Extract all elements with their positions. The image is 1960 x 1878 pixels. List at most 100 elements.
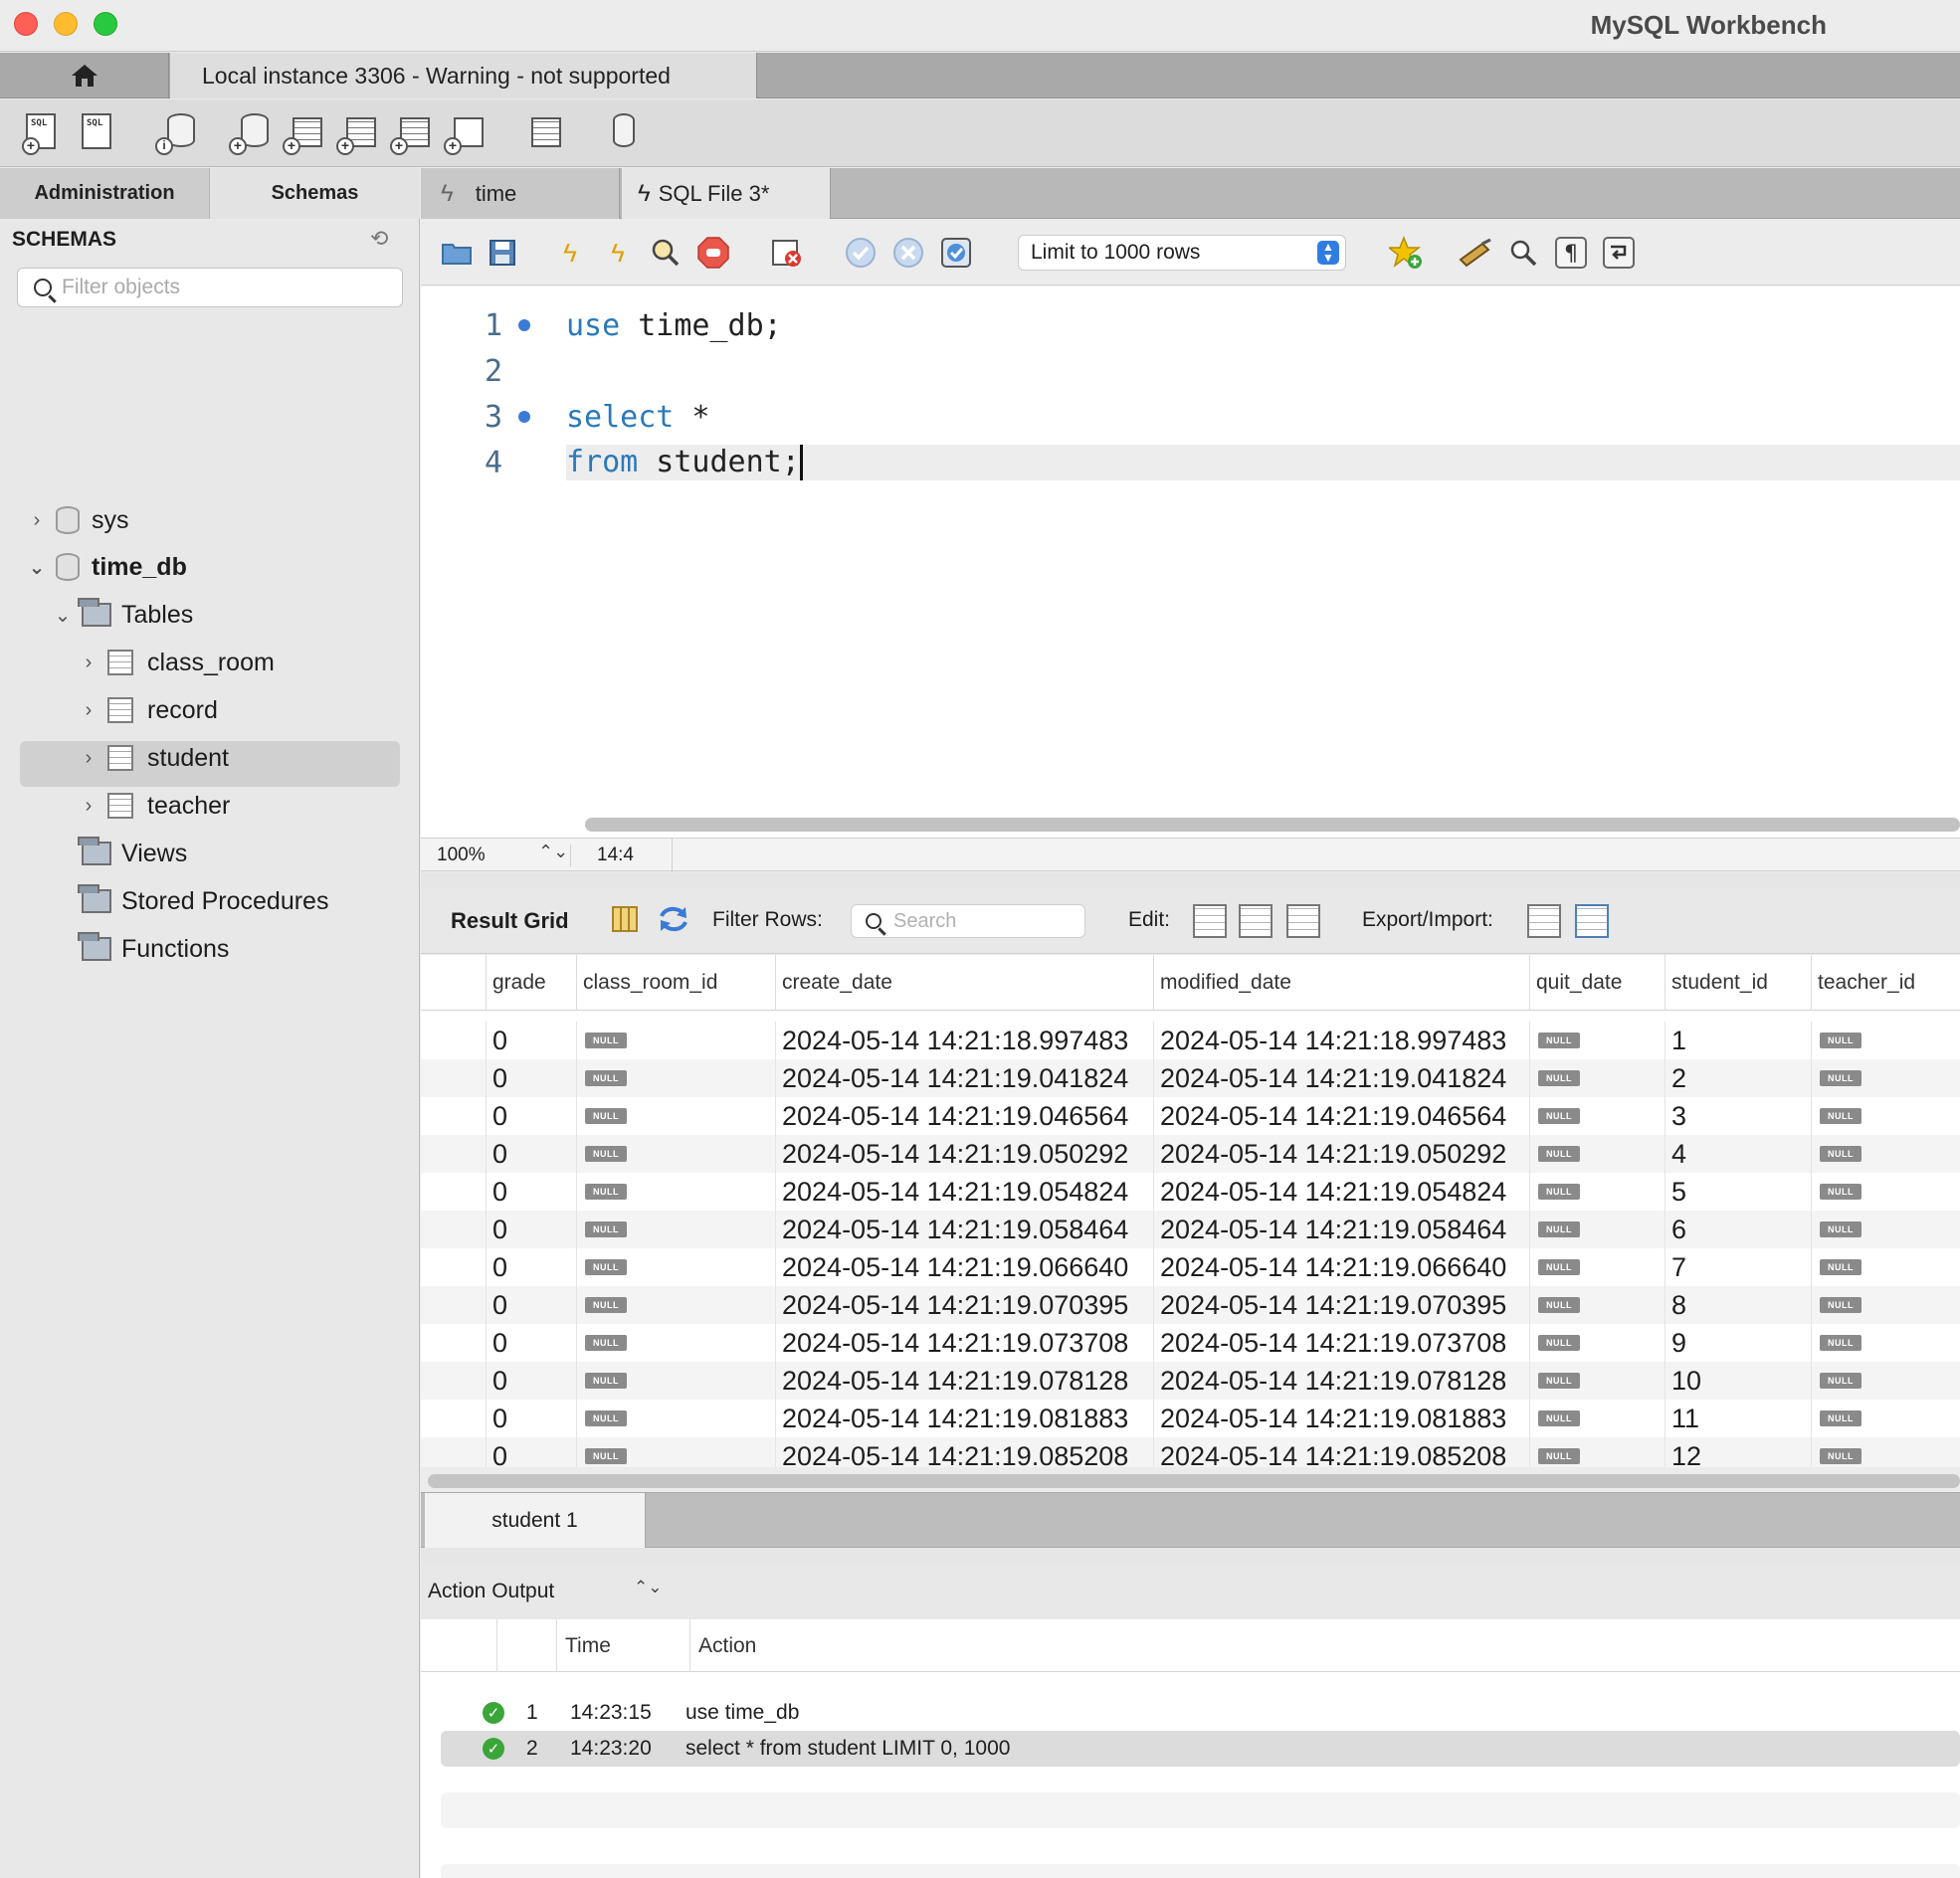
table-cell[interactable]: NULL [576, 1400, 775, 1437]
table-cell[interactable]: 10 [1665, 1362, 1811, 1400]
table-cell[interactable]: NULL [1811, 1437, 1960, 1467]
tab-schemas[interactable]: Schemas [210, 168, 420, 219]
new-sql-tab-icon[interactable]: SQL + [22, 111, 64, 155]
table-cell[interactable]: NULL [1529, 1362, 1665, 1400]
column-header-modified-date[interactable]: modified_date [1153, 955, 1529, 1011]
tree-table-record[interactable]: › record [78, 690, 218, 730]
table-cell[interactable]: NULL [576, 1286, 775, 1324]
chevron-right-icon[interactable]: › [78, 795, 99, 818]
table-cell[interactable]: 2024-05-14 14:21:19.046564 [775, 1097, 1153, 1135]
table-row[interactable]: 0 NULL 2024-05-14 14:21:19.078128 2024-05-1… [421, 1362, 1960, 1400]
table-row[interactable]: 0 NULL 2024-05-14 14:21:18.997483 2024-05-1… [421, 1022, 1960, 1059]
table-cell[interactable]: NULL [1811, 1248, 1960, 1286]
table-cell[interactable]: 12 [1665, 1437, 1811, 1467]
table-cell[interactable]: 4 [1665, 1135, 1811, 1173]
stop-icon[interactable] [695, 235, 731, 271]
table-cell[interactable]: NULL [1529, 1135, 1665, 1173]
chevron-right-icon[interactable]: › [26, 509, 48, 532]
action-row[interactable]: ✓ 1 14:23:15 use time_db [441, 1695, 1960, 1731]
table-cell[interactable]: NULL [1529, 1097, 1665, 1135]
tree-table-teacher[interactable]: › teacher [78, 786, 231, 826]
table-cell[interactable]: NULL [576, 1211, 775, 1248]
table-cell[interactable]: NULL [1529, 1286, 1665, 1324]
table-cell[interactable]: NULL [1529, 1173, 1665, 1211]
table-cell[interactable]: 2024-05-14 14:21:19.054824 [1153, 1173, 1529, 1211]
result-tab-student-1[interactable]: student 1 [425, 1493, 646, 1548]
table-cell[interactable]: 2024-05-14 14:21:19.050292 [775, 1135, 1153, 1173]
tree-table-student[interactable]: › student [78, 738, 229, 778]
table-cell[interactable]: 11 [1665, 1400, 1811, 1437]
limit-rows-select[interactable]: Limit to 1000 rows ▲ ▼ [1018, 235, 1346, 271]
table-cell[interactable]: NULL [576, 1022, 775, 1059]
table-row[interactable]: 0 NULL 2024-05-14 14:21:19.046564 2024-05-1… [421, 1097, 1960, 1135]
create-schema-icon[interactable]: + [229, 111, 271, 155]
table-cell[interactable]: NULL [1811, 1173, 1960, 1211]
table-cell[interactable]: NULL [576, 1097, 775, 1135]
table-row[interactable]: 0 NULL 2024-05-14 14:21:19.066640 2024-05-1… [421, 1248, 1960, 1286]
tree-views-folder[interactable]: Views [78, 834, 187, 873]
table-cell[interactable]: 1 [1665, 1022, 1811, 1059]
action-row[interactable]: ✓ 2 14:23:20 select * from student LIMIT… [441, 1731, 1960, 1767]
chevron-down-icon[interactable]: ⌄ [52, 603, 74, 628]
table-cell[interactable]: 0 [486, 1437, 576, 1467]
grid-view-icon[interactable] [610, 904, 644, 938]
table-cell[interactable]: NULL [1529, 1248, 1665, 1286]
table-cell[interactable]: 9 [1665, 1324, 1811, 1362]
table-cell[interactable]: 0 [486, 1097, 576, 1135]
chevron-right-icon[interactable]: › [78, 747, 99, 770]
column-header-teacher-id[interactable]: teacher_id [1811, 955, 1960, 1011]
table-cell[interactable]: 0 [486, 1135, 576, 1173]
zoom-stepper-icon[interactable]: ⌃⌄ [538, 842, 568, 862]
filter-objects-input[interactable] [62, 276, 380, 299]
table-cell[interactable]: 2024-05-14 14:21:19.046564 [1153, 1097, 1529, 1135]
tree-functions-folder[interactable]: Functions [78, 929, 229, 969]
results-output-splitter[interactable] [421, 1548, 1960, 1564]
add-snippet-star-icon[interactable] [1388, 235, 1424, 271]
table-cell[interactable]: 2 [1665, 1059, 1811, 1097]
table-cell[interactable]: 2024-05-14 14:21:19.066640 [1153, 1248, 1529, 1286]
tree-table-class-room[interactable]: › class_room [78, 643, 275, 682]
editor-horizontal-scrollbar[interactable] [585, 818, 1960, 832]
table-cell[interactable]: 0 [486, 1248, 576, 1286]
table-cell[interactable]: 0 [486, 1362, 576, 1400]
explain-icon[interactable] [648, 235, 684, 271]
minimize-window-button[interactable] [54, 12, 78, 36]
table-cell[interactable]: NULL [1529, 1437, 1665, 1467]
table-cell[interactable]: 2024-05-14 14:21:19.058464 [1153, 1211, 1529, 1248]
table-cell[interactable]: 0 [486, 1324, 576, 1362]
schema-sys[interactable]: › sys [26, 500, 129, 540]
table-cell[interactable]: NULL [576, 1362, 775, 1400]
query-tab-time[interactable]: ϟ time [421, 168, 620, 219]
table-row[interactable]: 0 NULL 2024-05-14 14:21:19.073708 2024-05-1… [421, 1324, 1960, 1362]
table-row[interactable]: 0 NULL 2024-05-14 14:21:19.070395 2024-05-1… [421, 1286, 1960, 1324]
tree-stored-procedures-folder[interactable]: Stored Procedures [78, 881, 328, 921]
editor-results-splitter[interactable] [421, 872, 1960, 888]
table-cell[interactable]: NULL [576, 1437, 775, 1467]
home-tab[interactable] [0, 53, 169, 98]
table-row[interactable]: 0 NULL 2024-05-14 14:21:19.085208 2024-05-1… [421, 1437, 1960, 1467]
table-cell[interactable]: NULL [1811, 1097, 1960, 1135]
output-type-select[interactable]: Action Output [428, 1580, 554, 1603]
table-cell[interactable]: 2024-05-14 14:21:19.054824 [775, 1173, 1153, 1211]
add-row-icon[interactable] [1239, 904, 1273, 938]
refresh-schemas-icon[interactable]: ⟲ [370, 226, 388, 252]
table-cell[interactable]: NULL [1529, 1324, 1665, 1362]
column-header-class-room-id[interactable]: class_room_id [576, 955, 775, 1011]
chevron-up-down-icon[interactable]: ⌃⌄ [634, 1578, 663, 1597]
beautify-icon[interactable] [1458, 235, 1493, 271]
table-cell[interactable]: NULL [576, 1248, 775, 1286]
table-cell[interactable]: 0 [486, 1286, 576, 1324]
table-cell[interactable]: 2024-05-14 14:21:19.073708 [775, 1324, 1153, 1362]
table-cell[interactable]: 2024-05-14 14:21:18.997483 [1153, 1022, 1529, 1059]
table-row[interactable]: 0 NULL 2024-05-14 14:21:19.041824 2024-05-1… [421, 1059, 1960, 1097]
toggle-stop-on-error-icon[interactable] [769, 235, 805, 271]
table-cell[interactable]: 2024-05-14 14:21:19.081883 [775, 1400, 1153, 1437]
table-row[interactable]: 0 NULL 2024-05-14 14:21:19.050292 2024-05-1… [421, 1135, 1960, 1173]
table-cell[interactable]: 0 [486, 1022, 576, 1059]
table-cell[interactable]: 0 [486, 1059, 576, 1097]
close-window-button[interactable] [14, 12, 38, 36]
tree-tables-folder[interactable]: ⌄ Tables [52, 595, 193, 635]
save-file-icon[interactable] [485, 235, 520, 271]
table-cell[interactable]: 3 [1665, 1097, 1811, 1135]
table-cell[interactable]: NULL [1529, 1022, 1665, 1059]
